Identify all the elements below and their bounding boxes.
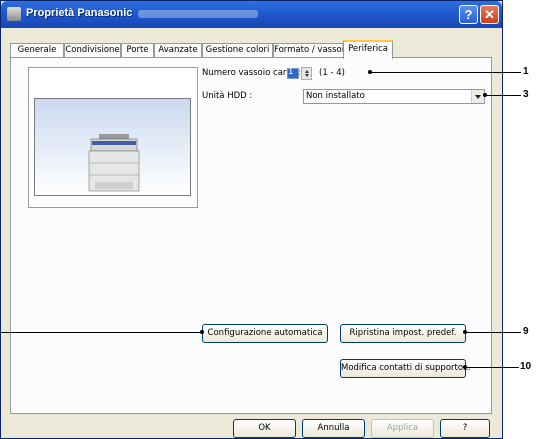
restore-defaults-button[interactable]: Ripristina impost. predef. [340, 324, 466, 343]
close-button[interactable]: ✕ [480, 5, 499, 24]
hdd-selected-value: Non installato [306, 91, 365, 101]
tab-condivisione[interactable]: Condivisione [64, 43, 121, 58]
ok-button[interactable]: OK [233, 419, 296, 438]
edit-contacts-button[interactable]: Modifica contatti di supporto... [340, 359, 471, 378]
tab-periferica[interactable]: Periferica [343, 40, 393, 59]
window-title: Proprietà Panasonic [26, 7, 133, 19]
tray-count-value: 1 [288, 67, 294, 77]
callout-line-1 [371, 72, 521, 73]
tab-gestione-colori[interactable]: Gestione colori [202, 43, 273, 58]
apply-button[interactable]: Applica [371, 419, 434, 438]
printer-preview-image [34, 98, 191, 196]
callout-number-3: 3 [523, 89, 529, 100]
callout-line-3 [486, 95, 521, 96]
callout-number-10: 10 [520, 361, 532, 372]
properties-dialog: Proprietà Panasonic ? ✕ Generale Condivi… [0, 0, 503, 439]
tab-avanzate[interactable]: Avanzate [154, 43, 202, 58]
tab-formato-vassoio[interactable]: Formato / vassoio [273, 43, 349, 58]
tray-count-spinner[interactable] [301, 67, 312, 80]
cancel-button[interactable]: Annulla [302, 419, 365, 438]
hdd-label: Unità HDD : [202, 91, 253, 101]
callout-number-1: 1 [523, 66, 529, 77]
title-bar[interactable]: Proprietà Panasonic ? ✕ [1, 1, 502, 28]
tray-count-label: Numero vassoio carta : [202, 68, 301, 78]
hdd-select[interactable]: Non installato [303, 89, 485, 104]
help-button[interactable]: ? [440, 419, 490, 438]
mfp-printer-icon [88, 134, 140, 192]
callout-line-9 [466, 332, 521, 333]
blurred-printer-name [138, 10, 258, 18]
tab-generale[interactable]: Generale [10, 43, 64, 58]
callout-number-9: 9 [523, 326, 529, 337]
tray-count-range: (1 - 4) [319, 68, 345, 78]
callout-line-10 [466, 367, 519, 368]
callout-dot-auto-config [200, 330, 204, 334]
tab-porte[interactable]: Porte [121, 43, 154, 58]
auto-config-button[interactable]: Configurazione automatica [202, 324, 328, 343]
chevron-down-icon[interactable] [471, 90, 484, 103]
help-title-button[interactable]: ? [459, 5, 478, 24]
callout-line-auto-config [0, 332, 202, 333]
printer-icon [7, 7, 21, 21]
